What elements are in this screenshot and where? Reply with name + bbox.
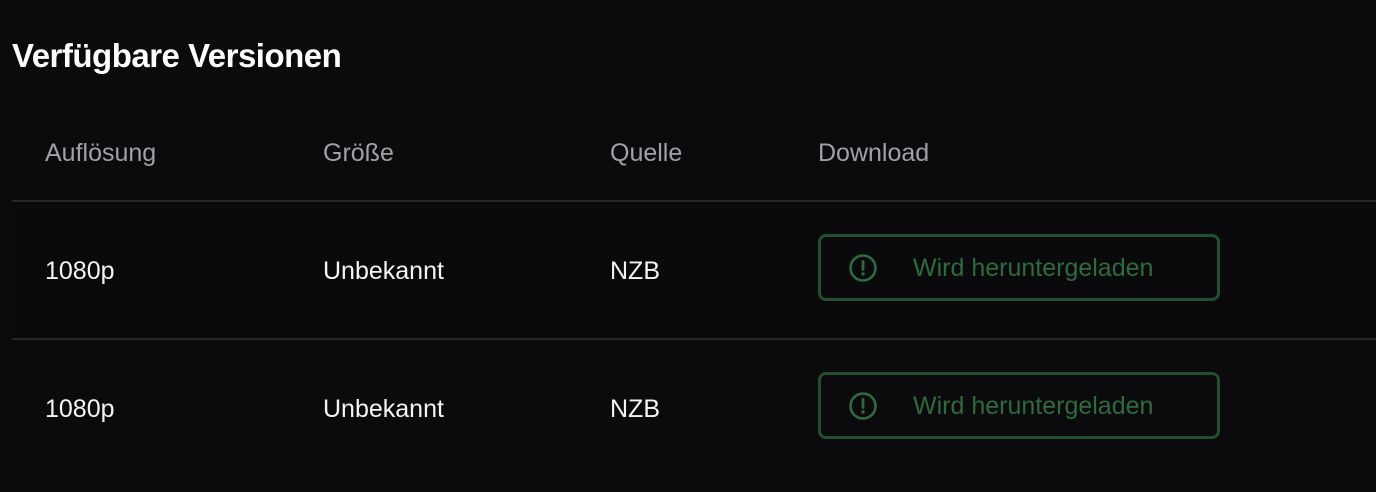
table-header-row: Auflösung Größe Quelle Download: [12, 110, 1376, 202]
downloading-status-button[interactable]: Wird heruntergeladen: [818, 372, 1220, 439]
alert-circle-icon: [849, 391, 877, 420]
cell-resolution: 1080p: [45, 395, 115, 423]
column-header-resolution: Auflösung: [45, 139, 157, 167]
cell-source: NZB: [610, 395, 660, 423]
cell-size: Unbekannt: [323, 395, 444, 423]
versions-table: Auflösung Größe Quelle Download 1080p Un…: [12, 110, 1376, 476]
column-header-download: Download: [818, 139, 930, 167]
cell-source: NZB: [610, 257, 660, 285]
download-status-label: Wird heruntergeladen: [913, 253, 1154, 282]
column-header-size: Größe: [323, 139, 394, 167]
table-row: 1080p Unbekannt NZB Wird heruntergeladen: [12, 202, 1376, 340]
cell-resolution: 1080p: [45, 257, 115, 285]
available-versions-section: Verfügbare Versionen Auflösung Größe Que…: [0, 0, 1376, 492]
section-title: Verfügbare Versionen: [12, 37, 342, 74]
column-header-source: Quelle: [610, 139, 683, 167]
downloading-status-button[interactable]: Wird heruntergeladen: [818, 234, 1220, 301]
table-row: 1080p Unbekannt NZB Wird heruntergeladen: [12, 340, 1376, 476]
cell-size: Unbekannt: [323, 257, 444, 285]
alert-circle-icon: [849, 253, 877, 282]
download-status-label: Wird heruntergeladen: [913, 391, 1154, 420]
